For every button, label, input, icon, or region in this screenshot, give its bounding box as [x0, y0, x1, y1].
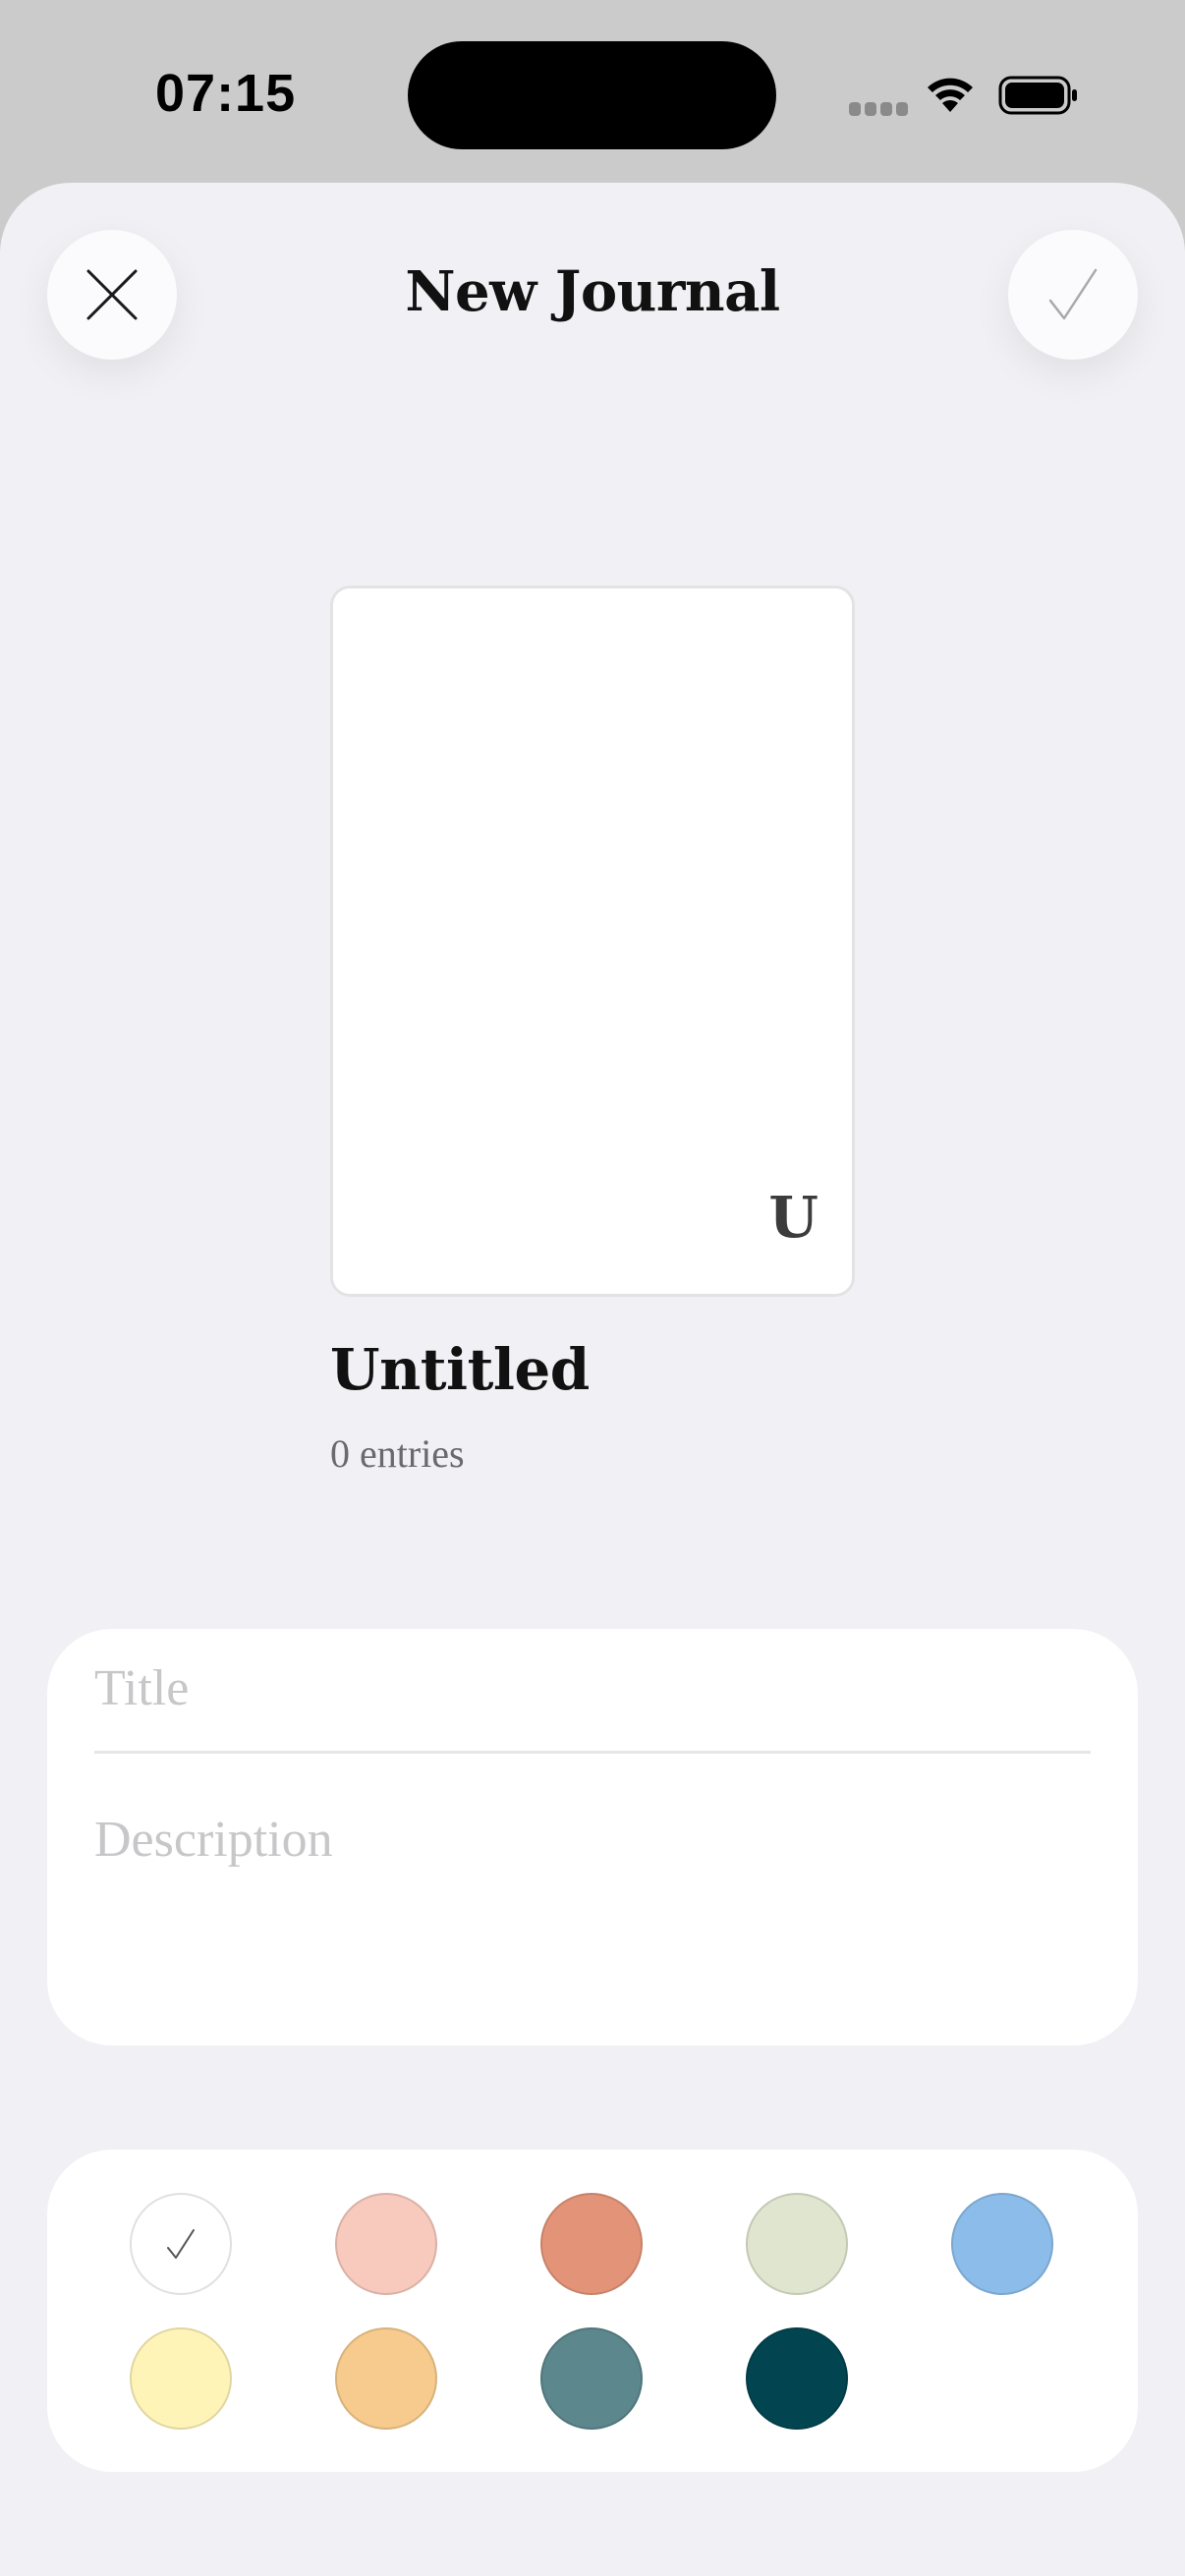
journal-entry-count: 0 entries: [330, 1431, 465, 1476]
color-swatch[interactable]: [130, 2327, 232, 2430]
journal-details-form: [47, 1629, 1138, 2045]
checkmark-icon: [1048, 268, 1098, 320]
color-picker: [47, 2150, 1138, 2472]
cellular-signal-icon: [849, 102, 908, 116]
color-swatch[interactable]: [746, 2327, 848, 2430]
journal-cover-preview: U: [330, 586, 855, 1297]
done-button[interactable]: [1008, 230, 1138, 360]
journal-preview-title: Untitled: [330, 1336, 590, 1403]
status-bar: 07:15: [0, 0, 1185, 187]
wifi-icon: [928, 78, 973, 112]
color-swatch[interactable]: [130, 2193, 232, 2295]
color-swatch[interactable]: [335, 2193, 437, 2295]
checkmark-icon: [167, 2229, 195, 2259]
color-swatch[interactable]: [540, 2193, 643, 2295]
field-divider: [94, 1751, 1091, 1754]
status-time: 07:15: [155, 64, 297, 123]
color-swatch[interactable]: [746, 2193, 848, 2295]
color-swatch[interactable]: [335, 2327, 437, 2430]
journal-initial: U: [768, 1184, 818, 1251]
dynamic-island: [408, 41, 776, 149]
description-input[interactable]: [94, 1802, 1091, 1876]
color-swatch[interactable]: [540, 2327, 643, 2430]
title-input[interactable]: [94, 1651, 1091, 1725]
new-journal-sheet: New Journal U Untitled 0 entries: [0, 183, 1185, 2576]
battery-icon: [998, 76, 1077, 115]
color-swatch[interactable]: [951, 2193, 1053, 2295]
